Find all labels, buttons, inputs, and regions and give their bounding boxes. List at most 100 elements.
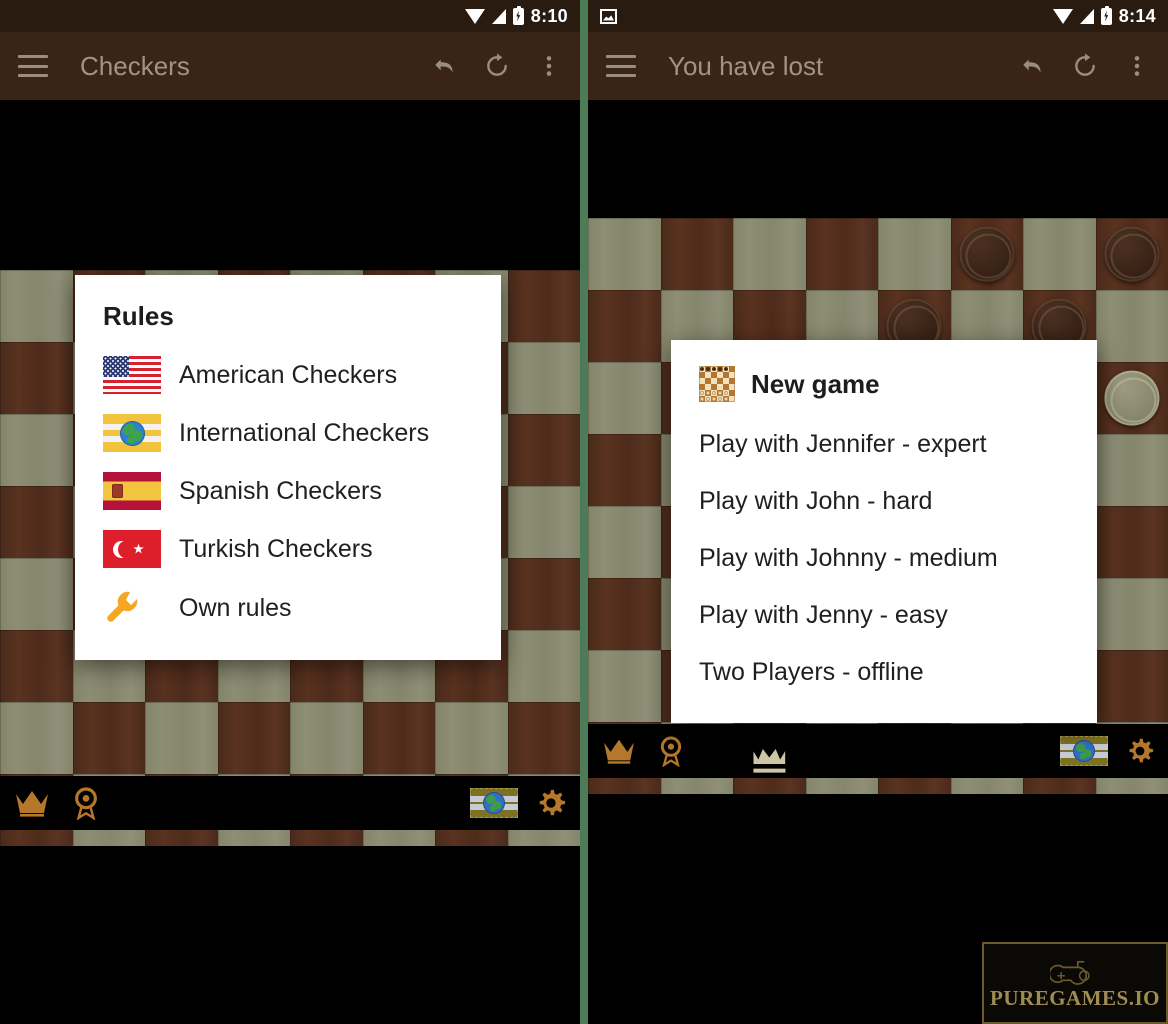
checker-piece-dark[interactable] [959, 226, 1015, 282]
rules-item-american-checkers[interactable]: American Checkers [75, 346, 501, 404]
flag-international-icon[interactable] [1060, 736, 1108, 766]
crown-icon[interactable] [602, 737, 636, 765]
board-square[interactable] [878, 218, 951, 290]
new-game-item-john-hard[interactable]: Play with John - hard [671, 473, 1097, 530]
board-square[interactable] [72, 702, 145, 774]
gear-icon[interactable] [536, 788, 566, 818]
rules-item-label: Spanish Checkers [179, 476, 382, 505]
board-square[interactable] [1095, 506, 1168, 578]
undo-icon[interactable] [1020, 53, 1046, 79]
status-time: 8:14 [1118, 6, 1156, 26]
board-square[interactable] [507, 702, 580, 774]
board-square[interactable] [1095, 434, 1168, 506]
crown-icon[interactable] [14, 788, 50, 818]
flag-international-icon[interactable] [470, 788, 518, 818]
rules-item-own-rules[interactable]: Own rules [75, 578, 501, 638]
board-square[interactable] [588, 218, 661, 290]
gear-icon[interactable] [1126, 737, 1154, 765]
redo-icon[interactable] [1072, 53, 1098, 79]
new-game-dialog-title-row: New game [671, 340, 1097, 416]
new-game-dialog-title: New game [751, 368, 880, 399]
board-square[interactable] [362, 702, 435, 774]
board-square[interactable] [507, 270, 580, 342]
board-square[interactable] [0, 558, 73, 630]
wifi-icon [464, 8, 485, 24]
right-status-right-icons: 8:14 [1052, 5, 1156, 26]
board-square[interactable] [733, 218, 806, 290]
board-square[interactable] [1095, 650, 1168, 722]
signal-icon [1079, 8, 1094, 24]
flag-spain-icon [103, 472, 161, 510]
wifi-icon [1052, 8, 1073, 24]
board-square[interactable] [217, 702, 290, 774]
battery-charging-icon [512, 5, 524, 25]
rules-item-spanish-checkers[interactable]: Spanish Checkers [75, 462, 501, 520]
overflow-menu-icon[interactable] [1124, 53, 1150, 79]
undo-icon[interactable] [432, 53, 458, 79]
new-game-item-jenny-easy[interactable]: Play with Jenny - easy [671, 587, 1097, 644]
board-square[interactable] [0, 702, 73, 774]
watermark-text: PUREGAMES.IO [990, 985, 1160, 1010]
board-square[interactable] [588, 290, 661, 362]
rules-item-label: American Checkers [179, 360, 398, 389]
rules-item-international-checkers[interactable]: International Checkers [75, 404, 501, 462]
board-square[interactable] [507, 414, 580, 486]
hamburger-menu-icon[interactable] [18, 55, 48, 77]
rules-item-turkish-checkers[interactable]: Turkish Checkers [75, 520, 501, 578]
board-square[interactable] [290, 702, 363, 774]
new-game-dialog-list: Play with Jennifer - expert Play with Jo… [671, 416, 1097, 723]
page-title: Checkers [80, 50, 190, 81]
left-app-bar: Checkers [0, 32, 580, 100]
left-board-area: Rules American Checkers International Ch… [0, 100, 580, 1024]
new-game-dialog: New game Play with Jennifer - expert Pla… [671, 340, 1097, 723]
checker-piece-light[interactable] [1104, 370, 1160, 426]
board-square[interactable] [145, 702, 218, 774]
rules-item-label: Own rules [179, 593, 292, 622]
board-square[interactable] [507, 342, 580, 414]
new-game-item-jennifer-expert[interactable]: Play with Jennifer - expert [671, 416, 1097, 473]
board-square[interactable] [1095, 578, 1168, 650]
board-square[interactable] [660, 218, 733, 290]
new-game-item-two-players-offline[interactable]: Two Players - offline [671, 644, 1097, 701]
flag-international-icon [103, 414, 161, 452]
board-square[interactable] [588, 362, 661, 434]
board-square[interactable] [507, 486, 580, 558]
board-square[interactable] [950, 218, 1023, 290]
board-square[interactable] [588, 506, 661, 578]
board-square[interactable] [1095, 290, 1168, 362]
board-square[interactable] [435, 702, 508, 774]
panel-divider [580, 0, 588, 1024]
rules-dialog-title: Rules [103, 301, 174, 331]
right-board-area: New game Play with Jennifer - expert Pla… [588, 100, 1168, 1024]
status-time: 8:10 [530, 6, 568, 26]
board-square[interactable] [0, 270, 73, 342]
right-appbar-actions [1020, 53, 1150, 79]
image-notification-icon [600, 8, 617, 24]
new-game-item-johnny-medium[interactable]: Play with Johnny - medium [671, 530, 1097, 587]
board-square[interactable] [0, 414, 73, 486]
board-square[interactable] [805, 218, 878, 290]
checker-piece-king-dark[interactable] [742, 731, 797, 786]
award-medal-icon[interactable] [72, 786, 100, 820]
redo-icon[interactable] [484, 53, 510, 79]
board-square[interactable] [507, 630, 580, 702]
board-square[interactable] [0, 630, 73, 702]
board-square[interactable] [1023, 218, 1096, 290]
board-square[interactable] [507, 558, 580, 630]
board-square[interactable] [0, 486, 73, 558]
board-square[interactable] [588, 578, 661, 650]
board-square[interactable] [0, 342, 73, 414]
overflow-menu-icon[interactable] [536, 53, 562, 79]
board-square[interactable] [1095, 218, 1168, 290]
left-bottom-right-group [470, 788, 566, 818]
hamburger-menu-icon[interactable] [606, 55, 636, 77]
checkerboard-icon [699, 366, 735, 402]
flag-us-icon [103, 356, 161, 394]
award-medal-icon[interactable] [658, 735, 684, 767]
board-square[interactable] [588, 434, 661, 506]
checker-piece-dark[interactable] [1104, 226, 1160, 282]
board-square[interactable] [588, 650, 661, 722]
board-square[interactable] [1095, 362, 1168, 434]
new-game-item-label: Two Players - offline [699, 658, 924, 686]
crown-icon [753, 748, 786, 765]
